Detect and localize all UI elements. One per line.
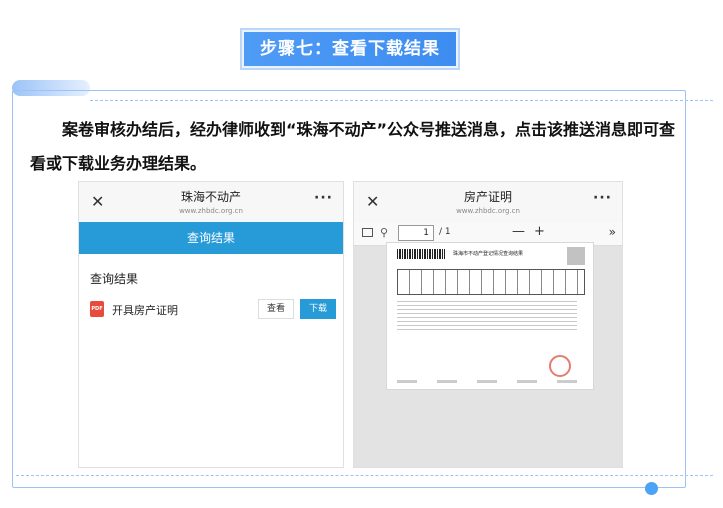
- top-dashed-divider: [90, 100, 713, 101]
- more-icon[interactable]: ···: [593, 190, 612, 206]
- official-seal: [549, 355, 571, 377]
- search-icon[interactable]: ⚲: [380, 226, 388, 239]
- page-url: www.zhbdc.org.cn: [456, 207, 520, 215]
- result-item-label: 开具房产证明: [112, 304, 178, 317]
- frame-end-dot: [645, 482, 658, 495]
- close-icon[interactable]: ✕: [366, 192, 379, 211]
- sidebar-toggle-icon[interactable]: [362, 228, 373, 237]
- document-table: [397, 269, 585, 295]
- page-total: / 1: [439, 227, 451, 237]
- wechat-header: ✕ 房产证明 www.zhbdc.org.cn ···: [354, 182, 622, 222]
- document-notes: [397, 301, 577, 331]
- next-page-icon[interactable]: »: [609, 225, 616, 239]
- page-url: www.zhbdc.org.cn: [179, 207, 243, 215]
- view-button[interactable]: 查看: [258, 299, 294, 319]
- more-icon[interactable]: ···: [314, 190, 333, 206]
- pdf-viewer-screen: ✕ 房产证明 www.zhbdc.org.cn ··· ⚲ 1 / 1 — + …: [353, 181, 623, 468]
- zoom-in-icon[interactable]: +: [534, 224, 545, 239]
- barcode: [397, 249, 445, 259]
- qr-code: [567, 247, 585, 265]
- result-list-item: PDF 开具房产证明 查看 下载: [79, 297, 343, 323]
- bottom-dashed-divider: [16, 475, 713, 476]
- page-title: 珠海不动产: [180, 190, 241, 204]
- step-banner-title: 步骤七：查看下载结果: [244, 32, 456, 66]
- wechat-query-screen: ✕ 珠海不动产 www.zhbdc.org.cn ··· 查询结果 查询结果 P…: [78, 181, 344, 468]
- close-icon[interactable]: ✕: [91, 192, 104, 211]
- step-description: 案卷审核办结后，经办律师收到“珠海不动产”公众号推送消息，点击该推送消息即可查看…: [30, 120, 676, 173]
- page-title: 房产证明: [463, 190, 512, 204]
- pdf-icon: PDF: [90, 301, 104, 317]
- step-banner: 步骤七：查看下载结果: [240, 28, 460, 70]
- pdf-document-page: 珠海市不动产登记情况查询结果: [386, 242, 594, 390]
- result-heading: 查询结果: [90, 272, 139, 286]
- zoom-out-icon[interactable]: —: [512, 224, 525, 239]
- document-title: 珠海市不动产登记情况查询结果: [453, 251, 524, 257]
- document-footer: [397, 380, 585, 383]
- query-result-bar: 查询结果: [79, 222, 343, 254]
- wechat-header: ✕ 珠海不动产 www.zhbdc.org.cn ···: [79, 182, 343, 222]
- page-number-input[interactable]: 1: [398, 225, 434, 241]
- download-button[interactable]: 下载: [300, 299, 336, 319]
